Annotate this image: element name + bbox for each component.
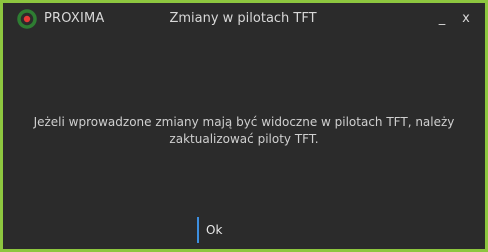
dialog-window: PROXIMA Zmiany w pilotach TFT _ x Jeżeli… [3, 3, 485, 249]
ok-button[interactable]: Ok [197, 217, 230, 243]
title-bar[interactable]: PROXIMA Zmiany w pilotach TFT _ x [3, 3, 485, 35]
window-title: Zmiany w pilotach TFT [169, 11, 317, 26]
proxima-logo-icon [17, 9, 37, 29]
dialog-message: Jeżeli wprowadzone zmiany mają być widoc… [33, 115, 455, 146]
app-brand: PROXIMA [44, 11, 105, 26]
minimize-button[interactable]: _ [431, 8, 453, 30]
close-button[interactable]: x [455, 8, 477, 30]
